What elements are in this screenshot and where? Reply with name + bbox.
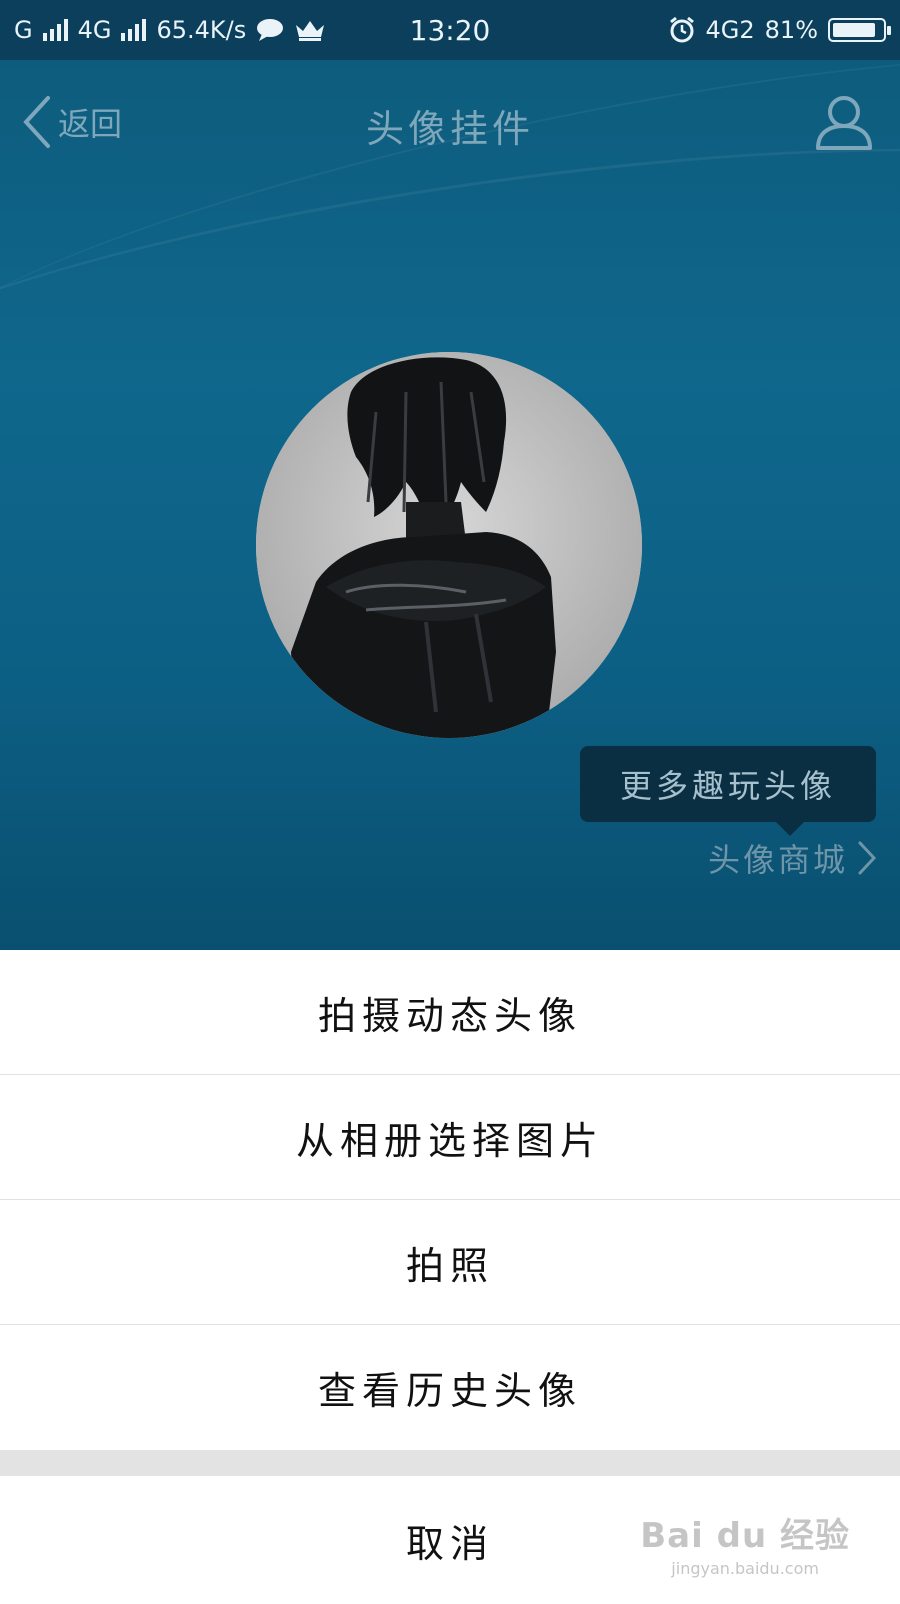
choose-from-album-button[interactable]: 从相册选择图片 (0, 1075, 900, 1200)
status-left: G 4G 65.4K/s (14, 16, 668, 44)
alarm-clock-icon (669, 16, 694, 43)
signal-icon (121, 19, 147, 41)
network-type-label: 4G2 (705, 16, 755, 44)
watermark: Bai du 经验 jingyan.baidu.com (640, 1508, 850, 1578)
carrier-2-label: 4G (77, 16, 112, 44)
more-avatars-tooltip: 更多趣玩头像 (580, 746, 876, 836)
watermark-url: jingyan.baidu.com (671, 1559, 819, 1578)
action-sheet: 拍摄动态头像 从相册选择图片 拍照 查看历史头像 取消 (0, 950, 900, 1604)
battery-level-fill (833, 23, 875, 37)
chevron-right-icon (858, 841, 877, 875)
status-right: 4G2 81% (668, 16, 891, 44)
person-icon (816, 96, 872, 150)
view-history-avatars-button[interactable]: 查看历史头像 (0, 1325, 900, 1450)
chat-bubble-icon (257, 19, 284, 41)
sheet-divider (0, 1450, 900, 1476)
signal-icon (42, 19, 68, 41)
carrier-1-label: G (14, 16, 33, 44)
status-bar: G 4G 65.4K/s 13:20 4G2 81% (0, 0, 900, 60)
avatar-silhouette-image (256, 352, 642, 738)
profile-button[interactable] (812, 90, 876, 154)
watermark-logo: Bai du 经验 (640, 1516, 850, 1556)
shoot-dynamic-avatar-button[interactable]: 拍摄动态头像 (0, 950, 900, 1075)
battery-icon (828, 18, 891, 42)
page-title: 头像挂件 (365, 107, 534, 151)
crown-icon (296, 21, 325, 41)
avatar-shop-label: 头像商城 (707, 841, 848, 879)
avatar[interactable] (256, 352, 642, 738)
net-speed-label: 65.4K/s (156, 16, 247, 44)
avatar-preview-area: 返回 头像挂件 更多趣玩头像 头像商城 (0, 60, 900, 950)
take-photo-button[interactable]: 拍照 (0, 1200, 900, 1325)
nav-bar: 返回 头像挂件 (0, 60, 900, 190)
avatar-shop-link[interactable]: 头像商城 (708, 828, 878, 888)
battery-percent-label: 81% (764, 16, 818, 44)
